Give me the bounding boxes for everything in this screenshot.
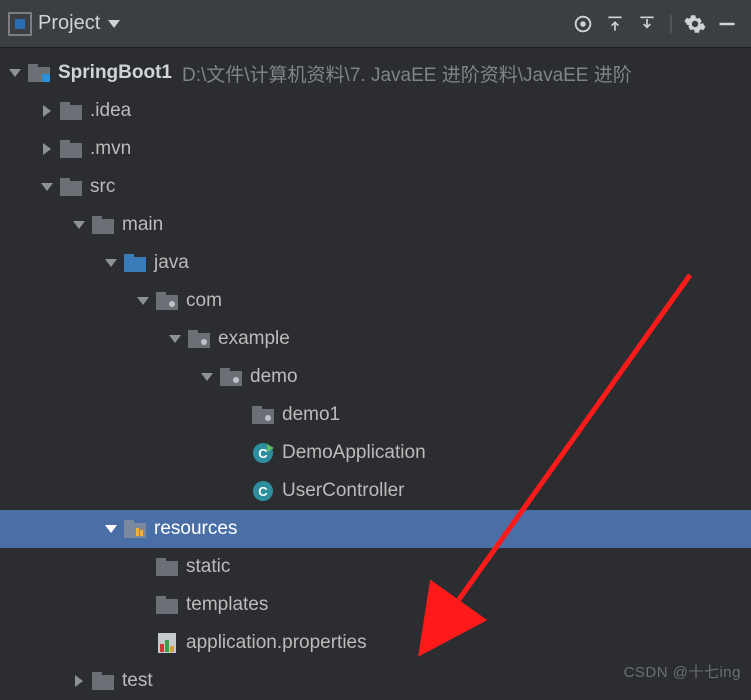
tree-item-com[interactable]: com	[0, 282, 751, 320]
settings-icon[interactable]	[679, 8, 711, 40]
chevron-down-icon[interactable]	[166, 332, 184, 346]
chevron-down-icon	[108, 20, 120, 28]
collapse-all-icon[interactable]	[631, 8, 663, 40]
chevron-down-icon[interactable]	[38, 180, 56, 194]
project-tree[interactable]: SpringBoot1 D:\文件\计算机资料\7. JavaEE 进阶资料\J…	[0, 48, 751, 700]
item-label: main	[122, 214, 163, 236]
item-label: demo	[250, 366, 298, 388]
chevron-down-icon[interactable]	[70, 218, 88, 232]
chevron-down-icon[interactable]	[6, 66, 24, 80]
project-root[interactable]: SpringBoot1 D:\文件\计算机资料\7. JavaEE 进阶资料\J…	[0, 54, 751, 92]
tree-item-application-properties[interactable]: application.properties	[0, 624, 751, 662]
item-label: .mvn	[90, 138, 131, 160]
tree-item-static[interactable]: static	[0, 548, 751, 586]
item-label: resources	[154, 518, 237, 540]
source-folder-icon	[122, 254, 148, 272]
chevron-down-icon[interactable]	[198, 370, 216, 384]
item-label: UserController	[282, 480, 404, 502]
toolbar-title: Project	[38, 12, 100, 35]
tree-item-user-controller[interactable]: C UserController	[0, 472, 751, 510]
tree-item-idea[interactable]: .idea	[0, 92, 751, 130]
project-toolbar: Project |	[0, 0, 751, 48]
folder-icon	[90, 672, 116, 690]
properties-file-icon	[154, 632, 180, 654]
folder-icon	[154, 558, 180, 576]
project-path: D:\文件\计算机资料\7. JavaEE 进阶资料\JavaEE 进阶	[182, 60, 632, 87]
select-opened-file-icon[interactable]	[567, 8, 599, 40]
chevron-down-icon[interactable]	[102, 256, 120, 270]
project-name: SpringBoot1	[58, 62, 172, 84]
tree-item-java[interactable]: java	[0, 244, 751, 282]
item-label: com	[186, 290, 222, 312]
tree-item-mvn[interactable]: .mvn	[0, 130, 751, 168]
item-label: java	[154, 252, 189, 274]
svg-text:C: C	[258, 484, 268, 499]
settings-separator: |	[663, 8, 679, 40]
tree-item-templates[interactable]: templates	[0, 586, 751, 624]
package-icon	[250, 406, 276, 424]
resource-folder-icon	[122, 520, 148, 538]
tree-item-demo1[interactable]: demo1	[0, 396, 751, 434]
tree-item-example[interactable]: example	[0, 320, 751, 358]
folder-icon	[58, 102, 84, 120]
chevron-right-icon[interactable]	[70, 674, 88, 688]
item-label: demo1	[282, 404, 340, 426]
hide-icon[interactable]	[711, 8, 743, 40]
chevron-right-icon[interactable]	[38, 104, 56, 118]
item-label: example	[218, 328, 290, 350]
chevron-down-icon[interactable]	[102, 522, 120, 536]
class-icon: C	[250, 480, 276, 502]
item-label: templates	[186, 594, 268, 616]
folder-icon	[58, 140, 84, 158]
item-label: DemoApplication	[282, 442, 426, 464]
svg-text:C: C	[258, 446, 268, 461]
project-view-icon[interactable]	[8, 12, 32, 36]
module-icon	[26, 64, 52, 82]
item-label: .idea	[90, 100, 131, 122]
package-icon	[218, 368, 244, 386]
package-icon	[154, 292, 180, 310]
folder-icon	[58, 178, 84, 196]
item-label: application.properties	[186, 632, 367, 654]
folder-icon	[154, 596, 180, 614]
tree-item-demo-application[interactable]: C DemoApplication	[0, 434, 751, 472]
class-runnable-icon: C	[250, 442, 276, 464]
chevron-down-icon[interactable]	[134, 294, 152, 308]
tree-item-resources[interactable]: resources	[0, 510, 751, 548]
tree-item-demo[interactable]: demo	[0, 358, 751, 396]
tree-item-src[interactable]: src	[0, 168, 751, 206]
watermark: CSDN @十七ing	[624, 661, 741, 682]
item-label: src	[90, 176, 115, 198]
project-dropdown[interactable]: Project	[38, 12, 120, 35]
package-icon	[186, 330, 212, 348]
tree-item-main[interactable]: main	[0, 206, 751, 244]
item-label: test	[122, 670, 153, 692]
expand-all-icon[interactable]	[599, 8, 631, 40]
folder-icon	[90, 216, 116, 234]
chevron-right-icon[interactable]	[38, 142, 56, 156]
item-label: static	[186, 556, 230, 578]
